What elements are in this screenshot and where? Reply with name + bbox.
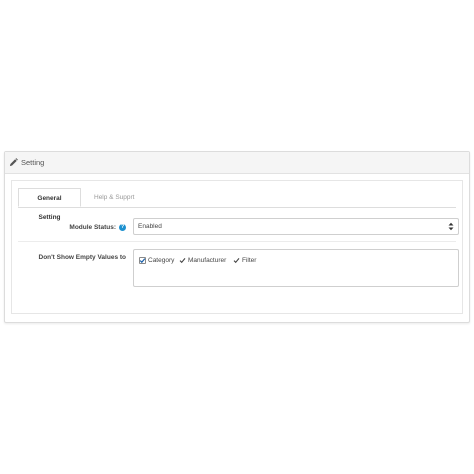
question-circle-icon[interactable]: ? <box>119 224 126 231</box>
option-manufacturer[interactable]: Manufacturer <box>179 257 226 264</box>
check-icon[interactable] <box>233 257 240 264</box>
panel-body: General Setting Help & Supprt Module Sta… <box>11 180 463 314</box>
option-category-label: Category <box>148 257 175 264</box>
panel-heading: Setting <box>5 152 469 174</box>
option-manufacturer-label: Manufacturer <box>188 257 227 264</box>
setting-panel: Setting General Setting Help & Supprt Mo… <box>4 151 470 323</box>
module-status-select[interactable]: Enabled <box>133 218 459 235</box>
check-icon <box>139 258 146 264</box>
option-category[interactable]: Category <box>139 257 174 264</box>
module-status-value: Enabled <box>138 223 162 230</box>
module-status-label: Module Status: ? <box>69 224 126 231</box>
empty-values-label: Don't Show Empty Values to <box>38 254 127 261</box>
module-status-row: Module Status: ? Enabled <box>18 217 459 242</box>
option-filter[interactable]: Filter <box>233 257 256 264</box>
pencil-icon <box>9 158 18 167</box>
empty-values-checkbox-group: Category Manufacturer Filter <box>133 249 459 287</box>
tab-bar: General Setting Help & Supprt <box>18 188 456 221</box>
panel-title: Setting <box>21 158 45 167</box>
category-checkbox[interactable] <box>139 257 146 264</box>
tab-help-support[interactable]: Help & Supprt <box>86 188 142 207</box>
select-arrows-icon <box>448 222 454 231</box>
empty-values-row: Don't Show Empty Values to Category Manu… <box>18 249 459 303</box>
tab-general-setting[interactable]: General Setting <box>18 188 81 221</box>
check-icon[interactable] <box>179 257 186 264</box>
option-filter-label: Filter <box>242 257 257 264</box>
